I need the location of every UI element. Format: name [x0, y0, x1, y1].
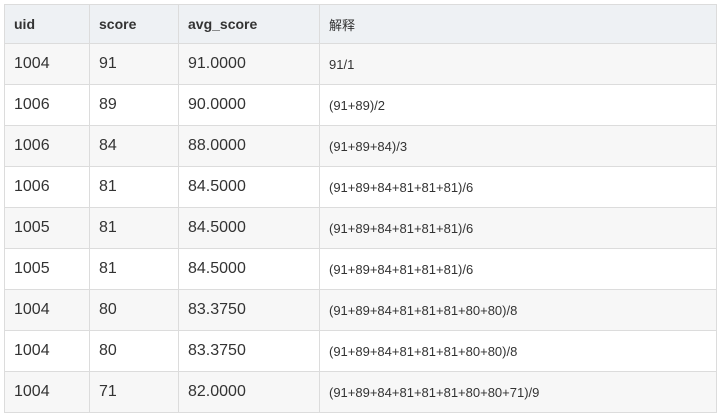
cell-uid: 1004	[4, 289, 90, 331]
table-row: 1004 91 91.0000 91/1	[4, 43, 717, 85]
cell-score: 80	[89, 289, 179, 331]
table-row: 1006 89 90.0000 (91+89)/2	[4, 84, 717, 126]
cell-uid: 1004	[4, 43, 90, 85]
cell-uid: 1005	[4, 248, 90, 290]
table-row: 1006 81 84.5000 (91+89+84+81+81+81)/6	[4, 166, 717, 208]
cell-score: 81	[89, 207, 179, 249]
header-row: uid score avg_score 解释	[4, 4, 717, 44]
cell-score: 81	[89, 248, 179, 290]
cell-score: 71	[89, 371, 179, 413]
column-header-score: score	[89, 4, 179, 44]
cell-uid: 1006	[4, 125, 90, 167]
cell-avg-score: 90.0000	[178, 84, 320, 126]
column-header-avg-score: avg_score	[178, 4, 320, 44]
column-header-uid: uid	[4, 4, 90, 44]
table-row: 1005 81 84.5000 (91+89+84+81+81+81)/6	[4, 207, 717, 249]
cell-avg-score: 91.0000	[178, 43, 320, 85]
cell-avg-score: 88.0000	[178, 125, 320, 167]
cell-avg-score: 84.5000	[178, 166, 320, 208]
cell-explanation: (91+89+84+81+81+81)/6	[319, 166, 717, 208]
cell-avg-score: 84.5000	[178, 248, 320, 290]
cell-avg-score: 83.3750	[178, 330, 320, 372]
column-header-explanation: 解释	[319, 4, 717, 44]
cell-explanation: (91+89)/2	[319, 84, 717, 126]
cell-explanation: (91+89+84+81+81+81+80+80+71)/9	[319, 371, 717, 413]
cell-uid: 1006	[4, 166, 90, 208]
cell-avg-score: 84.5000	[178, 207, 320, 249]
cell-uid: 1005	[4, 207, 90, 249]
cell-uid: 1004	[4, 330, 90, 372]
cell-explanation: (91+89+84+81+81+81+80+80)/8	[319, 289, 717, 331]
cell-score: 81	[89, 166, 179, 208]
cell-explanation: 91/1	[319, 43, 717, 85]
cell-score: 91	[89, 43, 179, 85]
table-row: 1004 80 83.3750 (91+89+84+81+81+81+80+80)/8	[4, 289, 717, 331]
table-body: 1004 91 91.0000 91/1 1006 89 90.0000 (91+89)/2 1…	[4, 43, 717, 413]
table-row: 1006 84 88.0000 (91+89+84)/3	[4, 125, 717, 167]
table-row: 1005 81 84.5000 (91+89+84+81+81+81)/6	[4, 248, 717, 290]
table-row: 1004 71 82.0000 (91+89+84+81+81+81+80+80+71…	[4, 371, 717, 413]
cell-score: 89	[89, 84, 179, 126]
results-table: uid score avg_score 解释 1004 91 91.0000 91/1…	[4, 4, 717, 413]
cell-avg-score: 83.3750	[178, 289, 320, 331]
table-header: uid score avg_score 解释	[4, 4, 717, 44]
table-row: 1004 80 83.3750 (91+89+84+81+81+81+80+80)/8	[4, 330, 717, 372]
cell-uid: 1004	[4, 371, 90, 413]
cell-explanation: (91+89+84+81+81+81)/6	[319, 248, 717, 290]
cell-score: 80	[89, 330, 179, 372]
cell-explanation: (91+89+84+81+81+81+80+80)/8	[319, 330, 717, 372]
results-table-container: uid score avg_score 解释 1004 91 91.0000 91/1…	[4, 4, 717, 413]
cell-avg-score: 82.0000	[178, 371, 320, 413]
cell-score: 84	[89, 125, 179, 167]
cell-uid: 1006	[4, 84, 90, 126]
cell-explanation: (91+89+84)/3	[319, 125, 717, 167]
cell-explanation: (91+89+84+81+81+81)/6	[319, 207, 717, 249]
